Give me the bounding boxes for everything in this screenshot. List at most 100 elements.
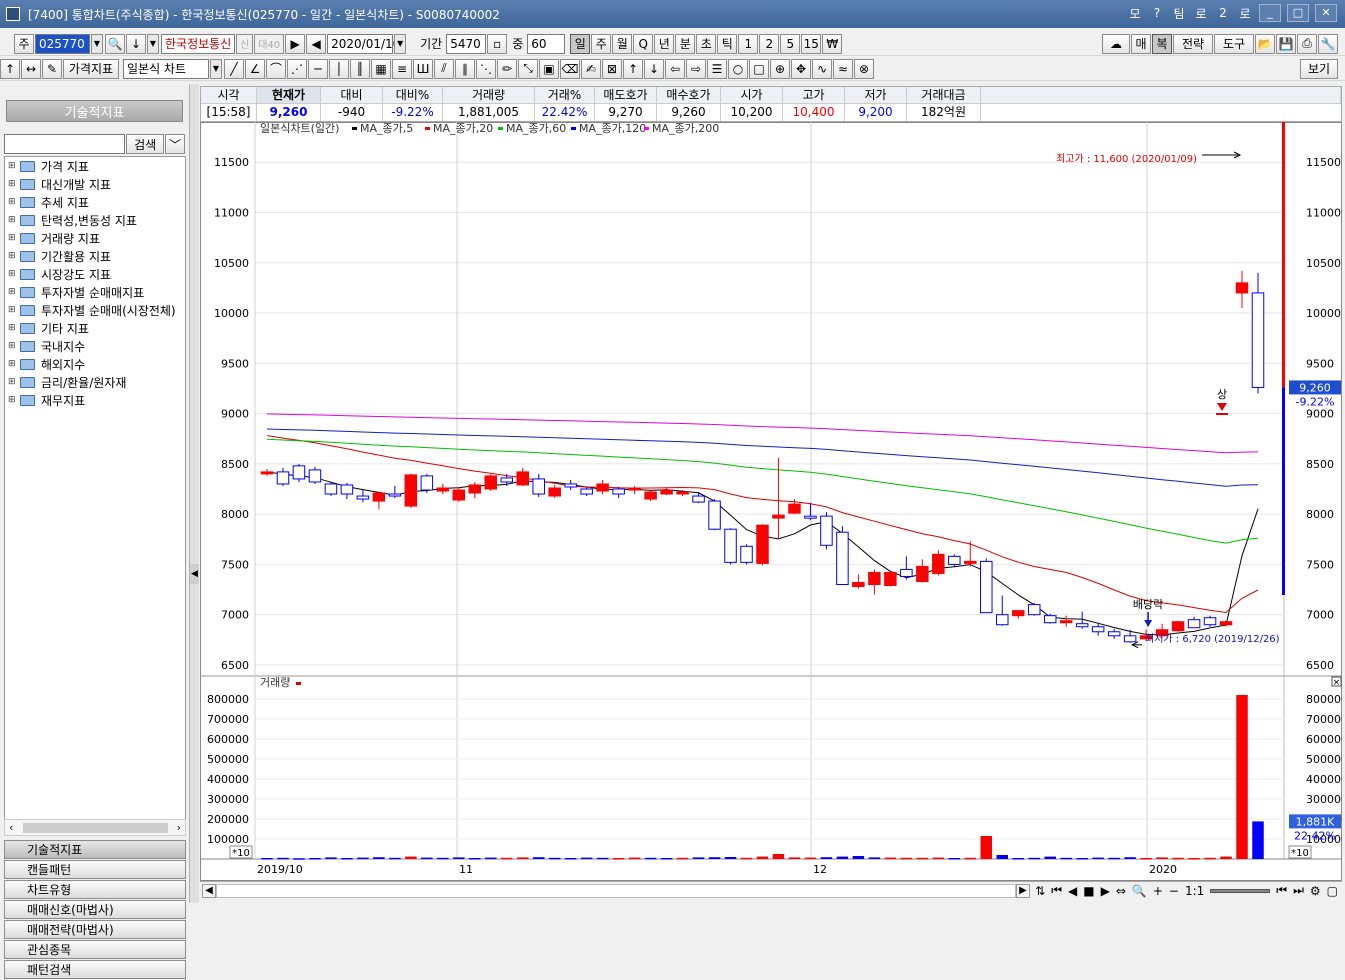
restore-button[interactable]: 복 [1152, 33, 1172, 54]
tree-item[interactable]: ⊞ 시장강도 지표 [5, 265, 185, 283]
tree-item[interactable]: ⊞ 재무지표 [5, 391, 185, 409]
period-quarter[interactable]: Q [633, 33, 654, 54]
right-icon[interactable]: ⇨ [686, 58, 706, 79]
wave2-icon[interactable]: ≈ [833, 58, 853, 79]
jump-end-icon[interactable]: ⏭ [1293, 883, 1304, 898]
tree-scrollbar[interactable]: ‹ › [4, 819, 186, 836]
chart-scroll-right-icon[interactable]: ▶ [1016, 883, 1030, 898]
tree-item[interactable]: ⊞ 투자자별 순매매(시장전체) [5, 301, 185, 319]
expand-icon[interactable]: ⊞ [8, 197, 18, 207]
chart-type-select[interactable]: 일본식 차트 [123, 58, 209, 79]
tree-item[interactable]: ⊞ 기타 지표 [5, 319, 185, 337]
lines-icon[interactable]: ≡ [392, 58, 412, 79]
circle-icon[interactable]: ○ [728, 58, 748, 79]
expand-icon[interactable]: ⊞ [8, 377, 18, 387]
scroll-thumb[interactable] [23, 823, 168, 833]
panel-tab[interactable]: 차트유형 [4, 880, 186, 899]
left-icon[interactable]: ⇦ [665, 58, 685, 79]
market-selector[interactable]: 주 [14, 33, 34, 54]
period-second[interactable]: 초 [696, 33, 717, 54]
grid-icon[interactable]: ▦ [371, 58, 391, 79]
panel-tab[interactable]: 관심종목 [4, 940, 186, 959]
stock-code-input[interactable]: 025770 [35, 33, 90, 54]
tree-item[interactable]: ⊞ 투자자별 순매매지표 [5, 283, 185, 301]
settings-icon[interactable]: 로 [1237, 5, 1253, 22]
tools-button[interactable]: 도구 [1214, 33, 1254, 54]
pin-icon[interactable]: 모 [1127, 5, 1143, 22]
zoom-icon[interactable]: ⊕ [770, 58, 790, 79]
tree-item[interactable]: ⊞ 해외지수 [5, 355, 185, 373]
calendar-dropdown-icon[interactable]: ▼ [394, 33, 407, 54]
back-icon[interactable]: ◀ [306, 33, 327, 54]
interval-5[interactable]: 5 [780, 33, 801, 54]
angle-icon[interactable]: ∠ [245, 58, 265, 79]
panel-splitter[interactable]: ◀ [190, 84, 199, 903]
expand-icon[interactable]: ⊞ [8, 251, 18, 261]
expand-icon[interactable]: ⊞ [8, 287, 18, 297]
resize-icon[interactable]: ↔ [21, 58, 41, 79]
vline-icon[interactable]: │ [329, 58, 349, 79]
up-icon[interactable]: ↑ [623, 58, 643, 79]
sort-dropdown-icon[interactable]: ▼ [147, 33, 159, 54]
edit-icon[interactable]: ✎ [42, 58, 62, 79]
delete-icon[interactable]: ⊗ [854, 58, 874, 79]
print-icon[interactable]: ⎙ [1297, 33, 1317, 54]
expand-icon[interactable]: ⊞ [8, 359, 18, 369]
play-icon[interactable]: ▶ [285, 33, 306, 54]
chart-scroll-track[interactable] [216, 883, 1016, 898]
hline-icon[interactable]: ─ [308, 58, 328, 79]
expand-icon[interactable]: ⊞ [8, 179, 18, 189]
panel-tab[interactable]: 캔들패턴 [4, 860, 186, 879]
range-icon[interactable]: ⇔ [1116, 884, 1126, 898]
gann-icon[interactable]: ⋱ [476, 58, 496, 79]
panel-tab[interactable]: 패턴검색 [4, 960, 186, 979]
code-dropdown-icon[interactable]: ▼ [91, 33, 103, 54]
panel-tab[interactable]: 매매전략(마법사) [4, 920, 186, 939]
minimize-button[interactable]: _ [1259, 4, 1281, 22]
next-icon[interactable]: ▶ [1101, 884, 1110, 898]
tree-item[interactable]: ⊞ 국내지수 [5, 337, 185, 355]
search-chart-icon[interactable]: 🔍 [1132, 884, 1147, 898]
parallel-icon[interactable]: ∥ [455, 58, 475, 79]
interval-15[interactable]: 15 [801, 33, 822, 54]
prev-icon[interactable]: ◀ [1068, 884, 1077, 898]
zoom-out-icon[interactable]: − [1169, 884, 1179, 898]
collapse-icon[interactable]: ﹀ [165, 134, 185, 154]
currency-button[interactable]: ₩ [822, 33, 843, 54]
jump-start-icon[interactable]: ⏮ [1276, 883, 1287, 898]
fan-icon[interactable]: ⋰ [287, 58, 307, 79]
period-input[interactable]: 5470 [446, 33, 487, 54]
sort-icon[interactable]: ↓ [126, 33, 146, 54]
tree-item[interactable]: ⊞ 금리/환율/원자재 [5, 373, 185, 391]
trade-button[interactable]: 매 [1131, 33, 1151, 54]
palette-icon[interactable]: ▣ [539, 58, 559, 79]
strategy-button[interactable]: 전략 [1173, 33, 1213, 54]
indicator-search-button[interactable]: 검색 [126, 134, 165, 154]
zoom-slider[interactable] [1210, 888, 1271, 893]
expand-icon[interactable]: ⊞ [8, 305, 18, 315]
splitter-arrow-icon[interactable]: ◀ [190, 564, 199, 584]
crosshair-icon[interactable]: ✥ [791, 58, 811, 79]
note-icon[interactable]: ✍ [581, 58, 601, 79]
pencil-icon[interactable]: ✏ [497, 58, 517, 79]
stop-icon[interactable]: ■ [1083, 884, 1094, 898]
cloud-icon[interactable]: ☁ [1102, 33, 1130, 54]
measure-icon[interactable]: ⤡ [518, 58, 538, 79]
expand-icon[interactable]: ⊞ [8, 233, 18, 243]
view-button[interactable]: 보기 [1300, 58, 1338, 79]
ratio-icon[interactable]: 1:1 [1185, 884, 1204, 898]
tree-item[interactable]: ⊞ 탄력성,변동성 지표 [5, 211, 185, 229]
arc-icon[interactable]: ⌒ [266, 58, 286, 79]
zoom-in-icon[interactable]: + [1153, 884, 1163, 898]
channel-icon[interactable]: ⫽ [434, 58, 454, 79]
expand-icon[interactable]: ⊞ [8, 161, 18, 171]
search-icon[interactable]: 🔍 [105, 33, 125, 54]
interval-2[interactable]: 2 [759, 33, 780, 54]
vlines-icon[interactable]: ║ [350, 58, 370, 79]
chart-type-dropdown-icon[interactable]: ▼ [210, 58, 222, 79]
arrow-up-icon[interactable]: ↑ [0, 58, 20, 79]
chart-save-icon[interactable]: ▢ [1327, 884, 1338, 898]
expand-icon[interactable]: ⊞ [8, 323, 18, 333]
period-toggle-icon[interactable]: ▫ [487, 33, 508, 54]
maximize-button[interactable]: □ [1287, 4, 1309, 22]
